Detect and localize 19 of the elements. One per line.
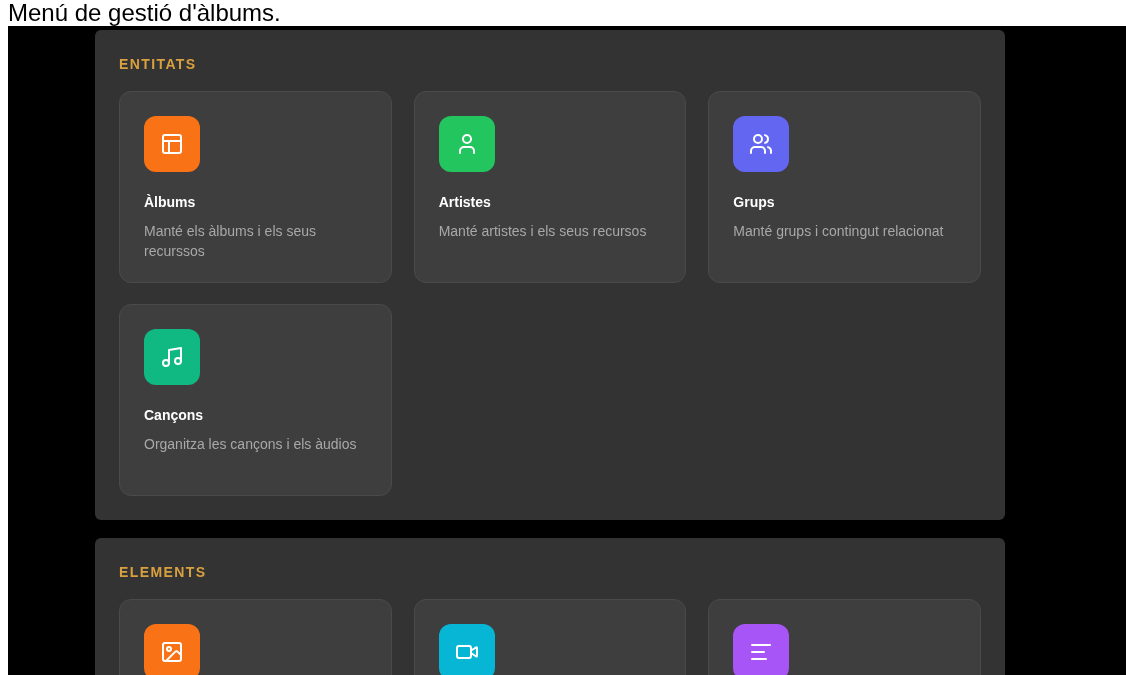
card-title: Cançons: [144, 406, 204, 425]
entity-card[interactable]: Àlbums Manté els àlbums i els seus recurssos: [119, 91, 392, 283]
card-title: Àlbums: [144, 193, 196, 212]
section-heading: ENTITATS: [119, 55, 197, 74]
entity-card[interactable]: Grups Manté grups i contingut relacionat: [708, 91, 981, 283]
layout-icon: [160, 132, 184, 156]
entity-card[interactable]: Artistes Manté artistes i els seus recursos: [413, 91, 687, 283]
card-title: Grups: [733, 193, 775, 212]
people-icon: [749, 132, 774, 156]
section-heading: ELEMENTS: [119, 563, 207, 582]
card-description: Manté els àlbums i els seus recurssos: [144, 222, 317, 261]
image-icon: [160, 640, 184, 664]
card-title: Artistes: [438, 193, 491, 212]
card-description: Manté grups i contingut relacionat: [733, 222, 944, 241]
music-note-icon: [160, 345, 184, 369]
entity-card[interactable]: Cançons Organitza les cançons i els àudios: [119, 304, 392, 496]
card-description: Organitza les cançons i els àudios: [144, 435, 357, 454]
page-title: Menú de gestió d'àlbums.: [7, 0, 281, 26]
card-description: Manté artistes i els seus recursos: [438, 222, 647, 241]
